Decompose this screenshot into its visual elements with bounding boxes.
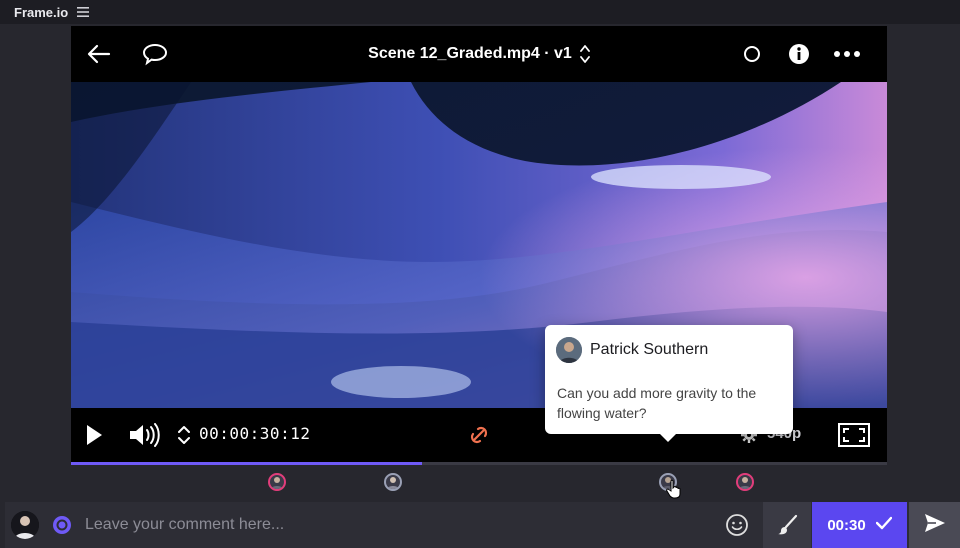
- hamburger-menu-icon[interactable]: [76, 5, 90, 19]
- more-icon[interactable]: [833, 40, 861, 68]
- comment-text: Can you add more gravity to the flowing …: [557, 385, 757, 421]
- mention-icon[interactable]: [51, 514, 73, 536]
- comment-composer: 00:30: [5, 502, 960, 548]
- avatar: [556, 337, 582, 363]
- send-button[interactable]: [909, 502, 960, 548]
- comment-marker[interactable]: [736, 473, 754, 491]
- file-name[interactable]: Scene 12_Graded.mp4 · v1: [368, 45, 572, 63]
- progress-bar[interactable]: [71, 462, 887, 465]
- user-avatar: [11, 511, 39, 539]
- volume-icon[interactable]: [127, 422, 161, 448]
- comment-bubble-icon[interactable]: [141, 40, 169, 68]
- timecode-toggle-icon[interactable]: [177, 423, 191, 447]
- check-icon: [875, 516, 892, 535]
- circle-status-icon[interactable]: [738, 40, 766, 68]
- player-header: Scene 12_Graded.mp4 · v1: [71, 26, 887, 82]
- comment-popup[interactable]: Patrick Southern Can you add more gravit…: [545, 325, 793, 442]
- fullscreen-icon[interactable]: [837, 422, 871, 448]
- version-stepper-icon[interactable]: [579, 44, 590, 64]
- emoji-icon[interactable]: [723, 511, 751, 539]
- comment-marker[interactable]: [384, 473, 402, 491]
- play-icon[interactable]: [83, 423, 105, 447]
- send-icon: [924, 513, 946, 538]
- timestamp-label: 00:30: [827, 516, 866, 534]
- hand-cursor-icon: [665, 478, 683, 500]
- loop-icon[interactable]: [468, 424, 490, 446]
- comment-input[interactable]: [85, 511, 715, 539]
- info-icon[interactable]: [785, 40, 813, 68]
- back-arrow-icon[interactable]: [85, 40, 113, 68]
- app-header: Frame.io: [0, 0, 960, 24]
- progress-fill: [71, 462, 422, 465]
- timecode[interactable]: 00:00:30:12: [199, 424, 310, 443]
- brush-icon[interactable]: [763, 502, 811, 548]
- app-title: Frame.io: [14, 4, 69, 20]
- comment-author: Patrick Southern: [590, 341, 709, 358]
- timestamp-toggle-button[interactable]: 00:30: [812, 502, 907, 548]
- comment-marker[interactable]: [268, 473, 286, 491]
